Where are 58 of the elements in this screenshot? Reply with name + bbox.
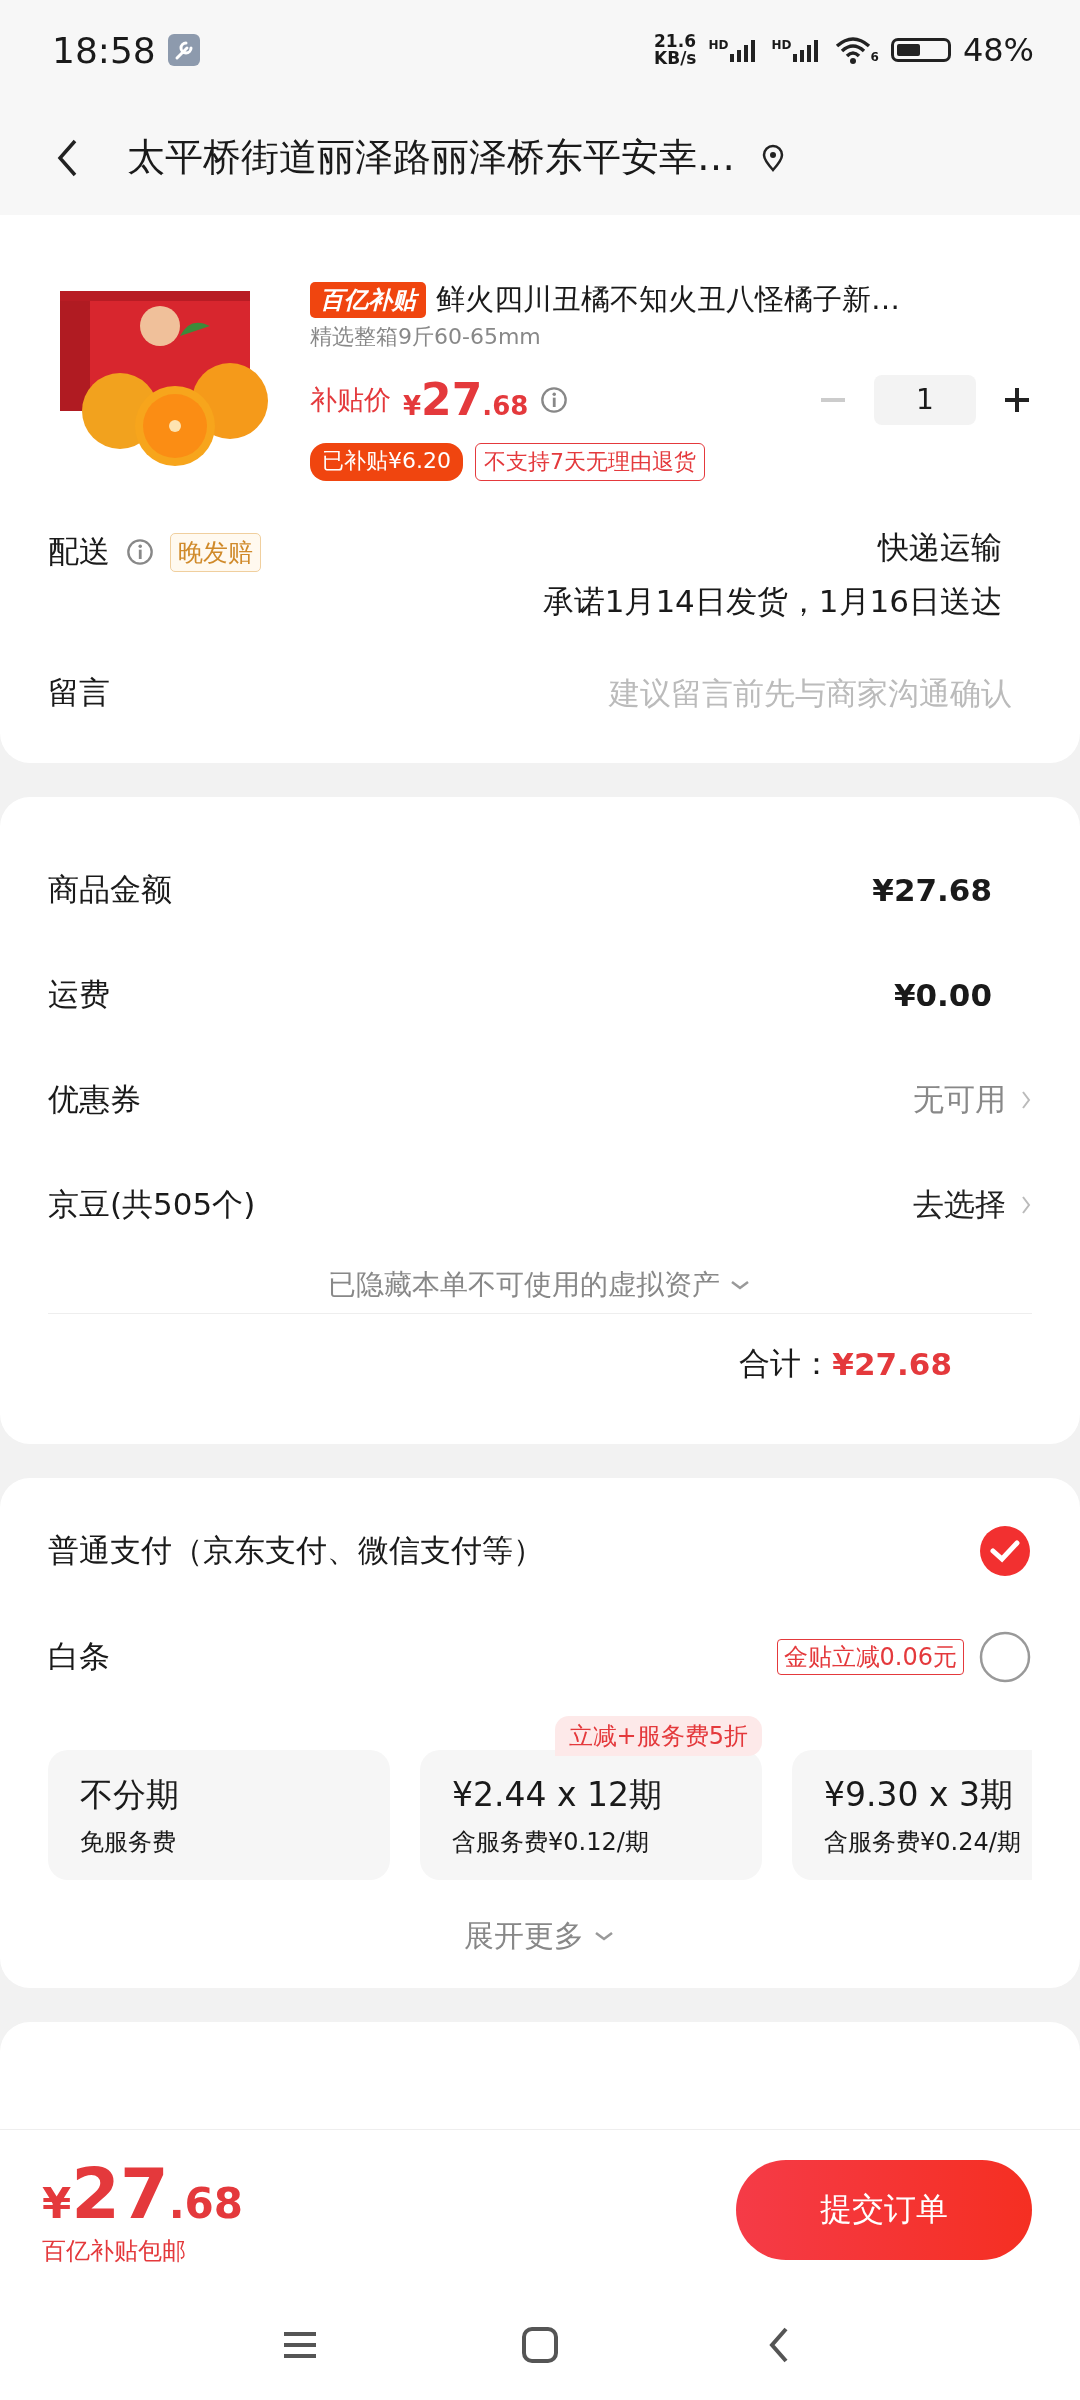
- wifi-generation: 6: [870, 50, 879, 64]
- summary-amount: ¥27.68: [872, 871, 992, 908]
- subsidy-tag: 已补贴¥6.20: [310, 443, 463, 481]
- home-icon[interactable]: [520, 2325, 560, 2365]
- info-icon[interactable]: [540, 385, 569, 414]
- total-amount: ¥27.68: [832, 1346, 952, 1382]
- radio-button[interactable]: [978, 1630, 1032, 1684]
- installment-title: ¥9.30 x 3期: [824, 1773, 1014, 1816]
- message-field[interactable]: 建议留言前先与商家沟通确认: [110, 674, 1014, 712]
- summary-option[interactable]: 去选择: [913, 1183, 1006, 1226]
- installment-fee: 含服务费¥0.24/期: [824, 1826, 1022, 1858]
- battery-percent: 48%: [962, 31, 1034, 69]
- late-compensation-tag: 晚发赔: [170, 532, 261, 572]
- message-label: 留言: [48, 673, 110, 712]
- payment-method[interactable]: 普通支付（京东支付、微信支付等）: [48, 1530, 544, 1572]
- order-total: ¥27.68: [42, 2153, 244, 2235]
- hd-label: HD: [771, 38, 792, 52]
- installment-fee: 含服务费¥0.12/期: [452, 1826, 650, 1858]
- product-spec: 精选整箱9斤60-65mm: [310, 323, 542, 351]
- summary-label: 运费: [48, 974, 110, 1014]
- installment-title: ¥2.44 x 12期: [452, 1773, 663, 1816]
- clock: 18:58: [52, 29, 156, 71]
- expand-more-link[interactable]: 展开更多: [464, 1915, 584, 1957]
- installment-fee: 免服务费: [80, 1826, 177, 1858]
- hidden-assets-toggle[interactable]: 已隐藏本单不可使用的虚拟资产: [328, 1266, 720, 1304]
- summary-label: 商品金额: [48, 869, 172, 909]
- installment-option[interactable]: ¥9.30 x 3期 含服务费¥0.24/期: [792, 1750, 1032, 1880]
- delivery-label: 配送: [48, 532, 110, 571]
- submit-order-button[interactable]: 提交订单: [736, 2160, 1032, 2260]
- price-label: 补贴价: [310, 382, 391, 417]
- discount-ribbon: 立减+服务费5折: [554, 1716, 762, 1756]
- return-policy-tag: 不支持7天无理由退货: [475, 443, 705, 481]
- product-price: ¥27.68: [403, 374, 529, 425]
- installment-option[interactable]: ¥2.44 x 12期 含服务费¥0.12/期: [420, 1750, 762, 1880]
- location-pin-icon[interactable]: [761, 143, 785, 172]
- hd-label: HD: [708, 38, 729, 52]
- summary-option[interactable]: 无可用: [913, 1078, 1006, 1121]
- total-label: 合计：: [739, 1344, 833, 1383]
- network-speed: 21.6 KB/s: [654, 33, 697, 67]
- summary-label: 优惠券: [48, 1079, 141, 1119]
- battery-icon: [890, 38, 951, 62]
- subsidy-badge: 百亿补贴: [310, 282, 426, 318]
- info-icon[interactable]: [126, 538, 154, 566]
- installment-option[interactable]: 不分期 免服务费: [48, 1750, 390, 1880]
- wrench-icon: [167, 34, 200, 66]
- free-shipping-note: 百亿补贴包邮: [42, 2236, 187, 2267]
- back-icon[interactable]: [55, 137, 79, 178]
- summary-label: 京豆(共505个): [48, 1184, 256, 1224]
- wifi-icon: [834, 36, 871, 64]
- promo-tag: 金贴立减0.06元: [776, 1639, 964, 1675]
- delivery-promise: 承诺1月14日发货，1月16日送达: [542, 582, 1002, 621]
- payment-method[interactable]: 白条: [48, 1636, 110, 1678]
- summary-amount: ¥0.00: [893, 976, 992, 1013]
- checked-radio-icon[interactable]: [978, 1524, 1032, 1578]
- product-title[interactable]: 鲜火四川丑橘不知火丑八怪橘子新…: [436, 280, 900, 320]
- delivery-method[interactable]: 快递运输: [878, 527, 1002, 569]
- installment-title: 不分期: [80, 1773, 180, 1816]
- quantity-field[interactable]: 1: [874, 374, 976, 425]
